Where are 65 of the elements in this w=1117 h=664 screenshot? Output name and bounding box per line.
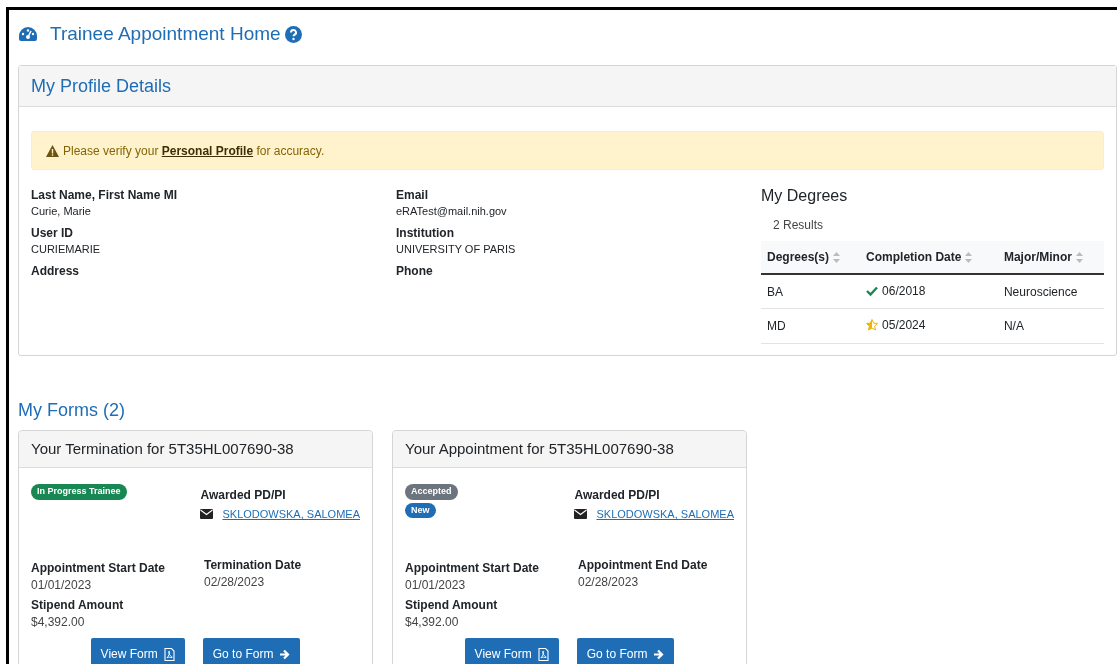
half-star-icon: [866, 319, 879, 331]
field-label: Institution: [396, 225, 455, 241]
field-label: Last Name, First Name MI: [31, 187, 179, 203]
profile-link[interactable]: Personal Profile: [161, 143, 254, 158]
table-cell: BA: [761, 274, 861, 309]
view-form-button[interactable]: View Form: [90, 638, 185, 664]
table-cell-text: 06/2018: [882, 283, 926, 300]
column-header[interactable]: Degrees(s): [767, 248, 830, 266]
panel-title: My Profile Details: [31, 74, 172, 98]
result-count: 2 Results: [773, 217, 825, 234]
field-label: Stipend Amount: [31, 597, 125, 613]
pdf-icon: [163, 647, 175, 661]
field-value: Curie, Marie: [31, 204, 92, 219]
go-to-form-button[interactable]: Go to Form: [576, 638, 675, 664]
field-label: Awarded PD/PI: [574, 487, 661, 504]
status-badge: Accepted: [405, 484, 458, 500]
pi-link[interactable]: SKLODOWSKA, SALOMEA: [596, 506, 734, 523]
field-label: Email: [396, 187, 429, 203]
sort-icon: [1075, 251, 1083, 263]
field-value: 02/28/2023: [204, 574, 266, 591]
card-title: Your Appointment for 5T35HL007690-38: [405, 438, 674, 459]
field-value: 01/01/2023: [31, 577, 93, 594]
table-cell: N/A: [997, 308, 1104, 344]
help-icon[interactable]: [284, 25, 302, 43]
page-title: Trainee Appointment Home: [50, 21, 281, 46]
arrow-right-icon: [653, 648, 665, 660]
field-value: 01/01/2023: [405, 577, 467, 594]
view-form-button[interactable]: View Form: [464, 638, 559, 664]
section-title: My Degrees: [761, 186, 849, 206]
table-cell: Neuroscience: [997, 274, 1104, 309]
field-value: CURIEMARIE: [31, 242, 102, 257]
status-badge: New: [405, 502, 436, 518]
arrow-right-icon: [279, 648, 291, 660]
field-value: $4,392.00: [31, 614, 86, 631]
section-title: My Forms (2): [18, 399, 126, 422]
field-value: $4,392.00: [405, 614, 460, 631]
status-badge: In Progress Trainee: [31, 484, 127, 500]
field-value: eRATest@mail.nih.gov: [396, 204, 508, 219]
field-label: Stipend Amount: [405, 597, 499, 613]
column-header[interactable]: Major/Minor: [1003, 248, 1072, 266]
go-to-form-button[interactable]: Go to Form: [202, 638, 301, 664]
field-label: Appointment End Date: [578, 557, 708, 573]
column-header[interactable]: Completion Date: [866, 248, 962, 266]
field-label: Address: [31, 263, 81, 279]
check-icon: [866, 286, 879, 296]
field-label: Awarded PD/PI: [200, 487, 287, 504]
table-cell: MD: [761, 308, 861, 344]
sort-icon: [965, 251, 973, 263]
field-label: Appointment Start Date: [405, 560, 540, 576]
envelope-icon: [200, 509, 214, 520]
pi-link[interactable]: SKLODOWSKA, SALOMEA: [222, 506, 360, 523]
field-label: User ID: [31, 225, 75, 241]
field-label: Appointment Start Date: [31, 560, 166, 576]
pdf-icon: [537, 647, 549, 661]
sort-icon: [833, 251, 841, 263]
card-title: Your Termination for 5T35HL007690-38: [31, 438, 294, 459]
field-value: UNIVERSITY OF PARIS: [396, 242, 517, 257]
field-value: 02/28/2023: [578, 574, 640, 591]
warning-icon: [46, 144, 59, 157]
envelope-icon: [574, 509, 588, 520]
field-label: Termination Date: [204, 557, 302, 573]
alert-message: Please verify your Personal Profile for accuracy.: [63, 142, 325, 160]
field-label: Phone: [396, 263, 434, 279]
dashboard-icon: [18, 25, 38, 43]
table-cell-text: 05/2024: [882, 317, 926, 334]
